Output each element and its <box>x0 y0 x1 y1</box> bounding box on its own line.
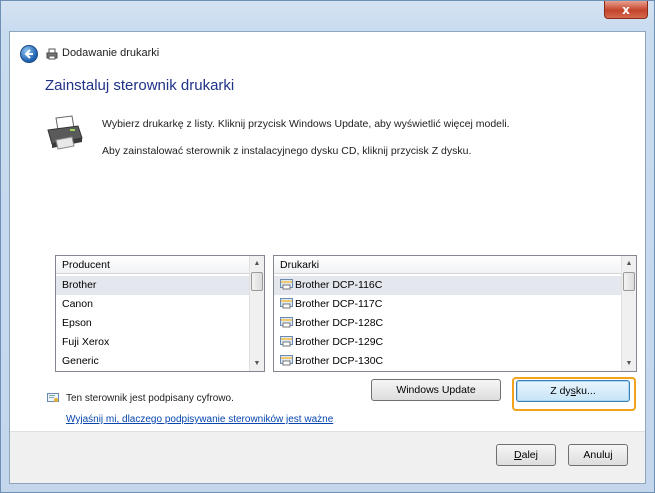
scroll-down-icon[interactable]: ▼ <box>622 356 636 371</box>
windows-update-button[interactable]: Windows Update <box>371 379 501 401</box>
cancel-label: Anuluj <box>583 449 613 461</box>
printer-icon <box>46 48 58 60</box>
manufacturer-scrollbar[interactable]: ▲ ▼ <box>249 256 264 371</box>
back-button[interactable] <box>20 45 38 63</box>
printer-driver-icon <box>280 355 293 366</box>
scroll-up-icon[interactable]: ▲ <box>622 256 636 271</box>
have-disk-highlight <box>512 377 636 411</box>
printer-item[interactable]: Brother DCP-128C <box>274 314 621 333</box>
printer-item-label: Brother DCP-129C <box>295 336 384 348</box>
driver-signing-link[interactable]: Wyjaśnij mi, dlaczego podpisywanie stero… <box>66 414 333 425</box>
printer-driver-icon <box>280 279 293 290</box>
wizard-header: Dodawanie drukarki <box>10 32 645 74</box>
next-button[interactable]: Dalej <box>496 444 556 466</box>
page-heading: Zainstaluj sterownik drukarki <box>45 77 235 94</box>
close-button[interactable]: x <box>604 1 648 19</box>
instruction-text-2: Aby zainstalować sterownik z instalacyjn… <box>102 145 472 157</box>
title-bar: x <box>1 1 654 31</box>
manufacturer-item[interactable]: Fuji Xerox <box>56 333 249 352</box>
next-label: Dalej <box>514 449 538 461</box>
manufacturer-item[interactable]: Canon <box>56 295 249 314</box>
scroll-thumb[interactable] <box>251 272 263 291</box>
printer-driver-icon <box>280 317 293 328</box>
printer-list[interactable]: Drukarki Brother DCP-116C Brother DCP-11… <box>273 255 637 372</box>
back-arrow-icon <box>24 49 33 59</box>
cancel-button[interactable]: Anuluj <box>568 444 628 466</box>
printer-item-label: Brother DCP-130C <box>295 355 384 367</box>
printer-illustration-icon <box>47 115 83 150</box>
printer-item-label: Brother DCP-116C <box>295 279 383 291</box>
printer-item[interactable]: Brother DCP-129C <box>274 333 621 352</box>
wizard-content: Dodawanie drukarki Zainstaluj sterownik … <box>9 31 646 484</box>
wizard-footer: Dalej Anuluj <box>10 431 645 483</box>
manufacturer-item[interactable]: Generic <box>56 352 249 371</box>
instruction-text-1: Wybierz drukarkę z listy. Kliknij przyci… <box>102 118 510 130</box>
printer-item[interactable]: Brother DCP-130C <box>274 352 621 371</box>
scroll-down-icon[interactable]: ▼ <box>250 356 264 371</box>
close-icon: x <box>622 2 630 17</box>
dialog-title: Dodawanie drukarki <box>62 47 160 59</box>
printer-driver-icon <box>280 298 293 309</box>
manufacturer-column-header: Producent <box>56 256 249 274</box>
certificate-icon <box>47 393 59 402</box>
printer-item-label: Brother DCP-117C <box>295 298 383 310</box>
printer-scrollbar[interactable]: ▲ ▼ <box>621 256 636 371</box>
printer-item-label: Brother DCP-128C <box>295 317 384 329</box>
manufacturer-list[interactable]: Producent Brother Canon Epson Fuji Xerox… <box>55 255 265 372</box>
windows-update-label: Windows Update <box>396 384 476 396</box>
printer-column-header: Drukarki <box>274 256 621 274</box>
printer-item[interactable]: Brother DCP-117C <box>274 295 621 314</box>
add-printer-window: x Dodawanie drukarki Zainstaluj sterowni… <box>0 0 655 493</box>
manufacturer-item[interactable]: Epson <box>56 314 249 333</box>
printer-item[interactable]: Brother DCP-116C <box>274 276 621 295</box>
scroll-up-icon[interactable]: ▲ <box>250 256 264 271</box>
manufacturer-item[interactable]: Brother <box>56 276 249 295</box>
scroll-thumb[interactable] <box>623 272 635 291</box>
signature-status: Ten sterownik jest podpisany cyfrowo. <box>66 393 234 404</box>
printer-driver-icon <box>280 336 293 347</box>
